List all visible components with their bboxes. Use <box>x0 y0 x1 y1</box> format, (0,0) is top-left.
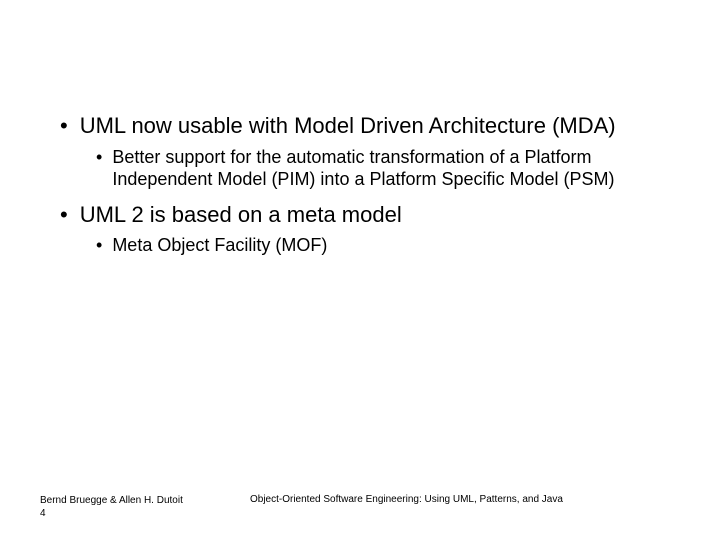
footer-authors: Bernd Bruegge & Allen H. Dutoit 4 <box>40 494 250 520</box>
slide-content: • UML now usable with Model Driven Archi… <box>60 112 660 267</box>
bullet-sub-item: • Better support for the automatic trans… <box>96 146 660 191</box>
bullet-marker-icon: • <box>60 112 68 140</box>
bullet-sub-text: Better support for the automatic transfo… <box>112 146 660 191</box>
bullet-text: UML now usable with Model Driven Archite… <box>80 112 616 140</box>
bullet-sub-item: • Meta Object Facility (MOF) <box>96 234 660 257</box>
footer-page-number: 4 <box>40 508 46 519</box>
footer-authors-text: Bernd Bruegge & Allen H. Dutoit <box>40 495 183 506</box>
bullet-item: • UML now usable with Model Driven Archi… <box>60 112 660 140</box>
bullet-item: • UML 2 is based on a meta model <box>60 201 660 229</box>
footer-book-title: Object-Oriented Software Engineering: Us… <box>250 494 680 505</box>
slide-footer: Bernd Bruegge & Allen H. Dutoit 4 Object… <box>40 494 680 520</box>
bullet-marker-icon: • <box>96 146 102 169</box>
bullet-marker-icon: • <box>60 201 68 229</box>
bullet-sub-text: Meta Object Facility (MOF) <box>112 234 327 257</box>
bullet-marker-icon: • <box>96 234 102 257</box>
bullet-text: UML 2 is based on a meta model <box>80 201 402 229</box>
